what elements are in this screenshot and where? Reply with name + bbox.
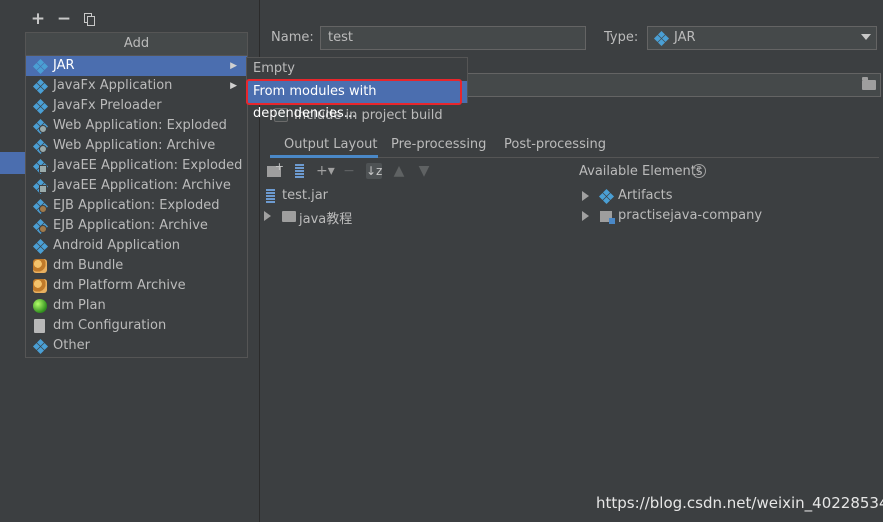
available-row-label: Artifacts	[618, 188, 673, 203]
javaee-diamond-icon	[32, 158, 48, 174]
help-icon[interactable]: ?	[692, 164, 706, 178]
tree-row-label: test.jar	[282, 188, 329, 203]
submenu-arrow-icon: ▶	[230, 81, 237, 91]
sort-elements-button[interactable]: ↓z	[366, 163, 382, 179]
artifacts-diamond-icon	[598, 188, 614, 204]
submenu-item-empty[interactable]: Empty	[247, 58, 467, 80]
tab-output-layout[interactable]: Output Layout	[270, 134, 378, 158]
name-field[interactable]: test	[320, 26, 586, 50]
web-diamond-icon	[32, 118, 48, 134]
diamond-icon	[32, 238, 48, 254]
menu-item-label: JavaFx Application	[53, 78, 173, 93]
archive-icon	[294, 164, 304, 178]
ejb-diamond-icon	[32, 218, 48, 234]
artifact-tabs: Output Layout Pre-processing Post-proces…	[270, 134, 879, 158]
menu-item-label: dm Bundle	[53, 258, 124, 273]
menu-item-label: Android Application	[53, 238, 181, 253]
move-up-button[interactable]: ▲	[391, 163, 407, 179]
menu-item-dm-configuration[interactable]: dm Configuration	[26, 316, 247, 336]
selected-artifact-row[interactable]	[0, 152, 26, 174]
bundle-icon	[33, 259, 47, 273]
menu-item-javaee-archive[interactable]: JavaEE Application: Archive	[26, 176, 247, 196]
folder-icon	[282, 211, 296, 222]
expand-arrow-icon[interactable]	[264, 211, 271, 221]
menu-item-label: EJB Application: Exploded	[53, 198, 220, 213]
web-diamond-icon	[32, 138, 48, 154]
available-elements-title: Available Elements	[579, 164, 703, 179]
add-element-button[interactable]: +▾	[316, 163, 335, 179]
new-directory-button[interactable]	[266, 159, 284, 179]
chevron-down-icon	[861, 34, 871, 40]
name-label: Name:	[271, 30, 314, 45]
add-artifact-button[interactable]: +	[30, 10, 46, 28]
tree-row-module[interactable]: java教程	[264, 208, 384, 227]
new-directory-icon	[267, 159, 284, 177]
jar-archive-icon	[266, 189, 275, 203]
menu-item-android-application[interactable]: Android Application	[26, 236, 247, 256]
tree-row-output-jar[interactable]: test.jar	[266, 188, 386, 204]
expand-arrow-icon[interactable]	[582, 211, 589, 221]
available-row-label: practisejava-company	[618, 208, 763, 223]
menu-item-other[interactable]: Other	[26, 336, 247, 356]
output-directory-field[interactable]	[466, 73, 881, 97]
output-layout-toolbar: +▾ − ↓z ▲ ▼	[266, 159, 432, 179]
menu-item-dm-plan[interactable]: dm Plan	[26, 296, 247, 316]
menu-item-label: JavaEE Application: Exploded	[53, 158, 243, 173]
menu-item-web-exploded[interactable]: Web Application: Exploded	[26, 116, 247, 136]
menu-item-label: EJB Application: Archive	[53, 218, 208, 233]
available-row-module[interactable]: practisejava-company	[582, 208, 762, 224]
add-artifact-popup: Add JAR ▶ JavaFx Application ▶ JavaFx Pr…	[25, 32, 248, 358]
menu-item-label: Other	[53, 338, 90, 353]
menu-item-dm-platform-archive[interactable]: dm Platform Archive	[26, 276, 247, 296]
move-down-button[interactable]: ▼	[416, 163, 432, 179]
menu-item-javaee-exploded[interactable]: JavaEE Application: Exploded	[26, 156, 247, 176]
menu-item-ejb-archive[interactable]: EJB Application: Archive	[26, 216, 247, 236]
type-label: Type:	[604, 30, 639, 45]
ejb-diamond-icon	[32, 198, 48, 214]
expand-arrow-icon[interactable]	[582, 191, 589, 201]
menu-item-label: dm Plan	[53, 298, 106, 313]
add-popup-title: Add	[26, 33, 247, 56]
jar-diamond-icon	[653, 30, 669, 46]
menu-item-javafx-application[interactable]: JavaFx Application ▶	[26, 76, 247, 96]
type-select[interactable]: JAR	[647, 26, 877, 50]
module-folder-icon	[600, 211, 615, 224]
remove-element-button[interactable]: −	[341, 163, 357, 179]
bundle-icon	[33, 279, 47, 293]
type-value: JAR	[674, 30, 696, 45]
menu-item-javafx-preloader[interactable]: JavaFx Preloader	[26, 96, 247, 116]
watermark-text: https://blog.csdn.net/weixin_40228534	[596, 494, 883, 512]
plan-icon	[33, 299, 47, 313]
available-row-artifacts[interactable]: Artifacts	[582, 188, 702, 204]
config-icon	[33, 319, 47, 333]
menu-item-jar[interactable]: JAR ▶	[26, 56, 247, 76]
menu-item-label: JAR	[53, 58, 75, 73]
diamond-icon	[32, 98, 48, 114]
menu-item-label: Web Application: Exploded	[53, 118, 227, 133]
copy-artifact-icon[interactable]	[82, 10, 98, 28]
tab-pre-processing[interactable]: Pre-processing	[391, 134, 486, 158]
tree-row-label: java教程	[299, 212, 353, 227]
javaee-diamond-icon	[32, 178, 48, 194]
menu-item-label: dm Platform Archive	[53, 278, 186, 293]
menu-item-dm-bundle[interactable]: dm Bundle	[26, 256, 247, 276]
highlight-annotation-box	[246, 79, 462, 105]
artifacts-list-strip[interactable]	[0, 0, 26, 522]
menu-item-ejb-exploded[interactable]: EJB Application: Exploded	[26, 196, 247, 216]
submenu-arrow-icon: ▶	[230, 61, 237, 71]
diamond-icon	[32, 338, 48, 354]
remove-artifact-button[interactable]: −	[56, 10, 72, 28]
menu-item-label: dm Configuration	[53, 318, 167, 333]
diamond-icon	[32, 78, 48, 94]
artifacts-toolbar: + −	[30, 10, 98, 28]
jar-diamond-icon	[32, 58, 48, 74]
browse-folder-icon[interactable]	[862, 77, 876, 90]
menu-item-label: JavaEE Application: Archive	[53, 178, 231, 193]
menu-item-label: JavaFx Preloader	[53, 98, 162, 113]
create-archive-button[interactable]	[291, 163, 307, 179]
menu-item-web-archive[interactable]: Web Application: Archive	[26, 136, 247, 156]
menu-item-label: Web Application: Archive	[53, 138, 216, 153]
tab-post-processing[interactable]: Post-processing	[504, 134, 606, 158]
